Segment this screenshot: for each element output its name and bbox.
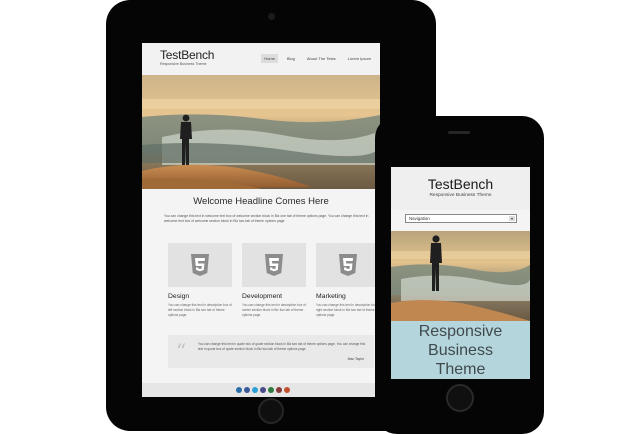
site-logo[interactable]: TestBench bbox=[160, 48, 214, 62]
nav-item-blog[interactable]: Blog bbox=[284, 54, 298, 63]
social-icon-1[interactable] bbox=[244, 387, 250, 393]
social-icon-0[interactable] bbox=[236, 387, 242, 393]
feature-desc: You can change this text in description … bbox=[316, 303, 380, 317]
feature-title: Development bbox=[242, 293, 283, 300]
tablet-screen: TestBench Responsive Business Theme Home… bbox=[142, 43, 380, 397]
social-icon-2[interactable] bbox=[252, 387, 258, 393]
social-icon-4[interactable] bbox=[268, 387, 274, 393]
feature-marketing: Marketing You can change this text in de… bbox=[316, 243, 380, 317]
testimonial-quote: “ You can change this text in quote box … bbox=[168, 335, 374, 368]
social-icon-5[interactable] bbox=[276, 387, 282, 393]
html5-icon bbox=[168, 243, 232, 287]
feature-title: Marketing bbox=[316, 293, 346, 300]
phone-home-button[interactable] bbox=[446, 384, 474, 412]
feature-development: Development You can change this text in … bbox=[242, 243, 306, 317]
site-header: TestBench Responsive Business Theme Home… bbox=[142, 43, 380, 75]
mobile-nav-select[interactable]: Navigation ▾ bbox=[405, 214, 517, 223]
welcome-text: You can change this text in welcome text… bbox=[164, 214, 369, 224]
nav-item-about[interactable]: About The Tests bbox=[304, 54, 339, 63]
tablet-camera bbox=[268, 13, 275, 20]
html5-icon bbox=[316, 243, 380, 287]
hero-image bbox=[142, 75, 380, 189]
welcome-heading: Welcome Headline Comes Here bbox=[193, 196, 329, 207]
feature-columns: Design You can change this text in descr… bbox=[168, 243, 380, 331]
feature-desc: You can change this text in description … bbox=[168, 303, 232, 317]
mobile-hero-image bbox=[391, 231, 530, 321]
feature-design: Design You can change this text in descr… bbox=[168, 243, 232, 317]
feature-title: Design bbox=[168, 293, 190, 300]
social-icons bbox=[236, 387, 290, 393]
mobile-nav-label: Navigation bbox=[409, 216, 430, 221]
quote-mark-icon: “ bbox=[176, 339, 187, 363]
html5-icon bbox=[242, 243, 306, 287]
site-tagline: Responsive Business Theme bbox=[160, 62, 207, 66]
tablet-home-button[interactable] bbox=[258, 398, 284, 424]
mobile-tagline: Responsive Business Theme bbox=[429, 193, 492, 198]
mobile-header: TestBench Responsive Business Theme bbox=[391, 167, 530, 210]
social-icon-6[interactable] bbox=[284, 387, 290, 393]
phone-speaker bbox=[448, 131, 470, 134]
phone-screen: TestBench Responsive Business Theme Navi… bbox=[391, 167, 530, 379]
nav-item-lorem[interactable]: Lorem Ipsum bbox=[345, 54, 374, 63]
quote-author: Mac Taylor bbox=[347, 357, 364, 361]
site-footer bbox=[142, 383, 380, 397]
mobile-logo[interactable]: TestBench bbox=[391, 176, 530, 192]
mobile-band-text: Responsive Business Theme bbox=[418, 323, 503, 378]
nav-item-home[interactable]: Home bbox=[261, 54, 278, 63]
social-icon-3[interactable] bbox=[260, 387, 266, 393]
feature-desc: You can change this text in description … bbox=[242, 303, 306, 317]
chevron-down-icon: ▾ bbox=[509, 216, 515, 221]
main-nav: Home Blog About The Tests Lorem Ipsum bbox=[261, 54, 374, 63]
quote-text: You can change this text in quote box of… bbox=[198, 342, 366, 351]
